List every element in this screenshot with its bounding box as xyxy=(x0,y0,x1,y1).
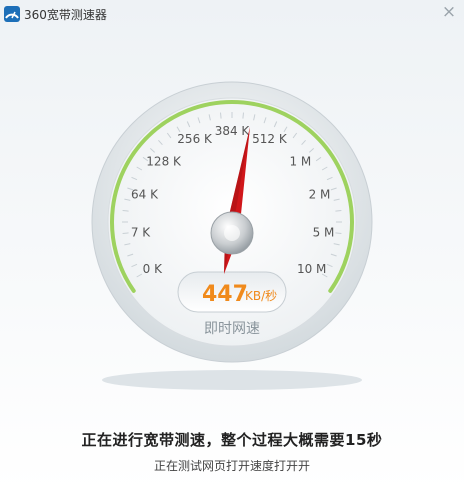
minor-tick xyxy=(242,112,244,119)
speed-unit: KB/秒 xyxy=(245,289,277,303)
tick-label: 0 K xyxy=(143,262,163,276)
minor-tick xyxy=(220,112,222,119)
minor-tick xyxy=(335,232,342,234)
tick-label: 1 M xyxy=(289,154,311,168)
speed-gauge: 0 K 7 K 64 K 128 K 256 K384 K512 K1 M 2 M 5 M 1… xyxy=(91,81,373,390)
tick-label: 384 K xyxy=(215,124,251,138)
minor-tick xyxy=(335,210,342,212)
speed-readout: 447 KB/秒 xyxy=(177,271,287,313)
speed-value: 447 xyxy=(202,282,248,307)
tick-label: 10 M xyxy=(297,262,326,276)
status-main: 正在进行宽带测速，整个过程大概需要15秒 xyxy=(81,431,383,449)
tick-label: 7 K xyxy=(131,226,151,240)
tick-label: 256 K xyxy=(177,132,213,146)
tick-label: 5 M xyxy=(313,226,335,240)
tick-label: 64 K xyxy=(131,188,159,202)
minor-tick xyxy=(122,210,129,212)
tick-label: 128 K xyxy=(146,154,182,168)
minor-tick xyxy=(122,232,129,234)
gauge-caption: 即时网速 xyxy=(204,321,260,337)
gauge-shadow xyxy=(102,370,362,390)
status-sub: 正在测试网页打开速度打开开 xyxy=(153,459,310,473)
tick-label: 2 M xyxy=(309,188,331,202)
tick-label: 512 K xyxy=(252,132,288,146)
needle-hub-highlight xyxy=(224,225,240,241)
